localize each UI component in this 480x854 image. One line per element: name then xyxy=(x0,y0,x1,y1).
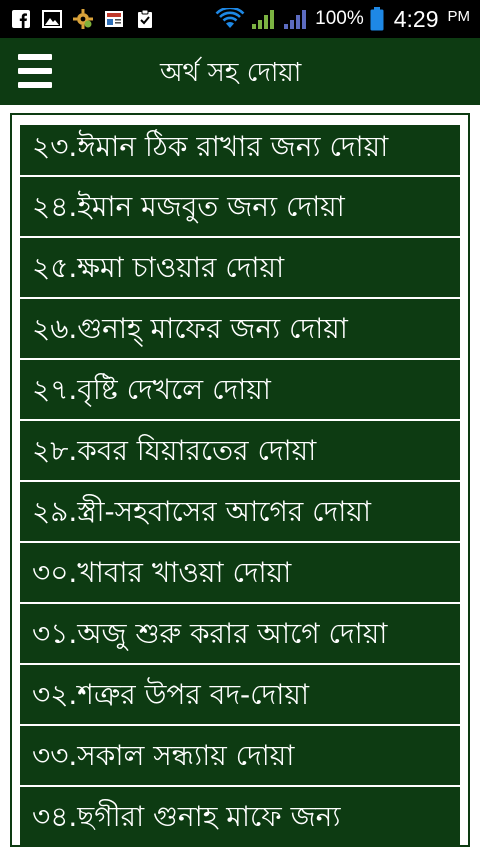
wifi-icon xyxy=(215,8,245,30)
list-item[interactable]: ২৫.ক্ষমা চাওয়ার দোয়া xyxy=(20,238,460,297)
list-item[interactable]: ২৩.ঈমান ঠিক রাখার জন্য দোয়া xyxy=(20,125,460,175)
clock-ampm: PM xyxy=(447,7,471,25)
clipboard-check-icon xyxy=(134,8,156,30)
list-item[interactable]: ৩০.খাবার খাওয়া দোয়া xyxy=(20,543,460,602)
settings-gear-icon xyxy=(72,8,94,30)
dua-list[interactable]: ২৩.ঈমান ঠিক রাখার জন্য দোয়া ২৪.ইমান মজব… xyxy=(20,125,460,845)
list-item[interactable]: ২৪.ইমান মজবুত জন্য দোয়া xyxy=(20,177,460,236)
app-title: অর্থ সহ দোয়া xyxy=(160,58,302,88)
list-item[interactable]: ২৯.স্ত্রী-সহবাসের আগের দোয়া xyxy=(20,482,460,541)
dua-list-frame: ২৩.ঈমান ঠিক রাখার জন্য দোয়া ২৪.ইমান মজব… xyxy=(10,113,470,847)
battery-icon xyxy=(370,7,384,31)
signal-icon-2 xyxy=(283,8,309,30)
list-item[interactable]: ২৭.বৃষ্টি দেখলে দোয়া xyxy=(20,360,460,419)
facebook-icon xyxy=(10,8,32,30)
list-item[interactable]: ৩২.শত্রুর উপর বদ-দোয়া xyxy=(20,665,460,724)
signal-icon xyxy=(251,8,277,30)
battery-percentage: 100% xyxy=(315,8,364,29)
menu-icon[interactable] xyxy=(18,54,52,88)
system-icons: 100% 4:29 PM xyxy=(215,6,470,33)
list-item[interactable]: ৩৪.ছগীরা গুনাহ মাফে জন্য xyxy=(20,787,460,845)
list-item[interactable]: ৩৩.সকাল সন্ধ্যায় দোয়া xyxy=(20,726,460,785)
news-icon xyxy=(103,8,125,30)
gallery-icon xyxy=(41,8,63,30)
status-bar: 100% 4:29 PM xyxy=(0,0,480,38)
list-item[interactable]: ২৬.গুনাহ্ মাফের জন্য দোয়া xyxy=(20,299,460,358)
notification-icons xyxy=(10,8,156,30)
list-item[interactable]: ৩১.অজু শুরু করার আগে দোয়া xyxy=(20,604,460,663)
list-item[interactable]: ২৮.কবর যিয়ারতের দোয়া xyxy=(20,421,460,480)
app-bar: অর্থ সহ দোয়া xyxy=(0,38,480,105)
clock: 4:29 xyxy=(393,5,439,32)
